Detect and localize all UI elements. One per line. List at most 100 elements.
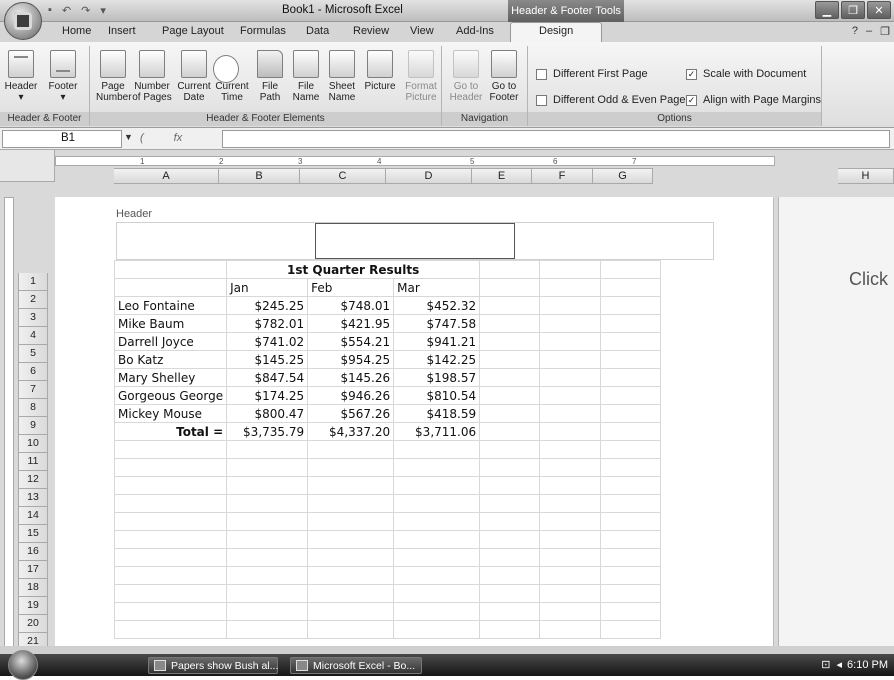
help-icon[interactable]: ? <box>852 25 858 38</box>
value-cell[interactable]: $145.25 <box>226 350 309 369</box>
close-button[interactable]: ✕ <box>867 1 891 19</box>
cell[interactable] <box>539 584 602 603</box>
maximize-button[interactable]: ❐ <box>841 1 865 19</box>
cell[interactable] <box>393 530 481 549</box>
align-with-margins-checkbox[interactable]: ✓ Align with Page Margins <box>686 94 821 106</box>
ribbon-minimize-icon[interactable]: – <box>866 25 872 38</box>
cell[interactable] <box>307 512 395 531</box>
cell[interactable] <box>539 296 602 315</box>
row-header-21[interactable]: 21 <box>18 633 48 646</box>
row-header-20[interactable]: 20 <box>18 615 48 633</box>
horizontal-ruler[interactable]: 1 2 3 4 5 6 7 <box>55 156 775 166</box>
vertical-ruler[interactable] <box>4 197 14 646</box>
cell[interactable] <box>539 512 602 531</box>
cell[interactable] <box>479 440 541 459</box>
file-name-button[interactable]: File Name <box>290 50 322 103</box>
undo-icon[interactable]: ↶ <box>62 4 71 17</box>
column-header-h[interactable]: H <box>838 168 894 184</box>
taskbar-clock[interactable]: 6:10 PM <box>847 659 888 671</box>
cell[interactable] <box>479 260 541 279</box>
column-header-e[interactable]: E <box>472 168 532 184</box>
cell[interactable] <box>307 530 395 549</box>
tab-view[interactable]: View <box>410 25 434 37</box>
cell[interactable] <box>600 548 662 567</box>
cell[interactable] <box>479 458 541 477</box>
row-header-5[interactable]: 5 <box>18 345 48 363</box>
cell[interactable] <box>113 278 228 297</box>
name-cell[interactable]: Gorgeous George <box>113 386 228 405</box>
cell[interactable] <box>539 530 602 549</box>
cell[interactable] <box>600 620 662 639</box>
value-cell[interactable]: $418.59 <box>393 404 481 423</box>
total-value-cell[interactable]: $3,711.06 <box>393 422 481 441</box>
cell[interactable] <box>307 548 395 567</box>
row-header-12[interactable]: 12 <box>18 471 48 489</box>
cell[interactable] <box>226 620 309 639</box>
row-header-10[interactable]: 10 <box>18 435 48 453</box>
row-header-9[interactable]: 9 <box>18 417 48 435</box>
total-value-cell[interactable]: $3,735.79 <box>226 422 309 441</box>
value-cell[interactable]: $452.32 <box>393 296 481 315</box>
tab-design[interactable]: Design <box>510 22 603 42</box>
cell[interactable] <box>393 548 481 567</box>
cell[interactable] <box>479 530 541 549</box>
name-cell[interactable]: Mary Shelley <box>113 368 228 387</box>
cell[interactable] <box>600 566 662 585</box>
cell[interactable] <box>113 494 228 513</box>
value-cell[interactable]: $142.25 <box>393 350 481 369</box>
cell[interactable] <box>600 386 662 405</box>
row-header-1[interactable]: 1 <box>18 273 48 291</box>
tab-page-layout[interactable]: Page Layout <box>162 25 224 37</box>
tab-home[interactable]: Home <box>62 25 91 37</box>
cell[interactable] <box>600 530 662 549</box>
cell[interactable] <box>226 476 309 495</box>
total-value-cell[interactable]: $4,337.20 <box>307 422 395 441</box>
cell[interactable] <box>479 350 541 369</box>
cell[interactable] <box>600 602 662 621</box>
cancel-entry-icon[interactable]: ( <box>140 132 144 144</box>
cell[interactable] <box>226 530 309 549</box>
cell[interactable] <box>307 566 395 585</box>
file-path-button[interactable]: File Path <box>254 50 286 103</box>
cell[interactable] <box>539 350 602 369</box>
tab-data[interactable]: Data <box>306 25 329 37</box>
cell[interactable] <box>600 404 662 423</box>
month-header-cell[interactable]: Feb <box>307 278 395 297</box>
cell[interactable] <box>539 476 602 495</box>
column-header-f[interactable]: F <box>532 168 593 184</box>
cell[interactable] <box>600 278 662 297</box>
cell[interactable] <box>539 440 602 459</box>
redo-icon[interactable]: ↷ <box>81 4 90 17</box>
cell[interactable] <box>479 332 541 351</box>
value-cell[interactable]: $810.54 <box>393 386 481 405</box>
insert-function-icon[interactable]: fx <box>174 132 183 144</box>
cell[interactable] <box>479 404 541 423</box>
value-cell[interactable]: $747.58 <box>393 314 481 333</box>
cell[interactable] <box>113 548 228 567</box>
page-number-button[interactable]: Page Number <box>96 50 132 103</box>
total-label-cell[interactable]: Total = <box>113 422 228 441</box>
value-cell[interactable]: $554.21 <box>307 332 395 351</box>
value-cell[interactable]: $174.25 <box>226 386 309 405</box>
save-icon[interactable]: ▪ <box>48 4 52 17</box>
cell[interactable] <box>539 548 602 567</box>
header-button[interactable]: Header ▾ <box>2 50 40 103</box>
value-cell[interactable]: $782.01 <box>226 314 309 333</box>
cell[interactable] <box>479 512 541 531</box>
row-header-2[interactable]: 2 <box>18 291 48 309</box>
value-cell[interactable]: $198.57 <box>393 368 481 387</box>
value-cell[interactable]: $145.26 <box>307 368 395 387</box>
cell[interactable] <box>393 440 481 459</box>
cell[interactable] <box>539 368 602 387</box>
cell[interactable] <box>600 440 662 459</box>
cell[interactable] <box>600 332 662 351</box>
row-header-6[interactable]: 6 <box>18 363 48 381</box>
current-time-button[interactable]: Current Time <box>213 50 250 103</box>
restore-icon[interactable]: ❐ <box>880 25 890 38</box>
cell[interactable] <box>479 584 541 603</box>
tab-insert[interactable]: Insert <box>108 25 136 37</box>
value-cell[interactable]: $954.25 <box>307 350 395 369</box>
row-header-11[interactable]: 11 <box>18 453 48 471</box>
name-box-dropdown-icon[interactable]: ▼ <box>124 132 133 142</box>
formula-input[interactable] <box>222 130 890 148</box>
